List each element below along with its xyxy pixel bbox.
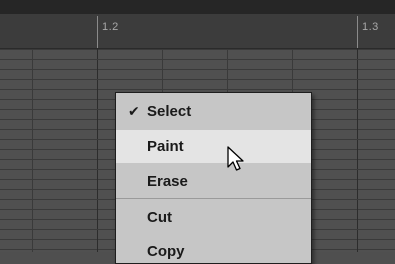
ruler-marker-line (97, 16, 98, 48)
menu-item-label: Erase (147, 173, 188, 190)
ruler-marker-line (357, 16, 358, 48)
check-icon: ✔ (128, 103, 140, 119)
ruler-marker-label: 1.2 (102, 21, 119, 33)
timeline-ruler[interactable]: 1.2 1.3 (0, 14, 395, 49)
menu-item-paint[interactable]: Paint (116, 130, 311, 163)
grid-line (0, 79, 395, 80)
context-menu: ✔ Select Paint Erase Cut Copy (115, 92, 312, 264)
menu-item-erase[interactable]: Erase (116, 165, 311, 198)
ruler-marker-label: 1.3 (362, 21, 379, 33)
menu-separator (116, 198, 311, 199)
pointer-cursor-icon (227, 146, 244, 171)
menu-item-copy[interactable]: Copy (116, 235, 311, 263)
menu-item-label: Select (147, 103, 192, 120)
menu-item-select[interactable]: ✔ Select (116, 95, 311, 128)
menu-item-label: Paint (147, 138, 184, 155)
top-bar (0, 0, 395, 14)
menu-item-label: Cut (147, 209, 172, 226)
menu-item-cut[interactable]: Cut (116, 201, 311, 234)
grid-line (0, 59, 395, 60)
